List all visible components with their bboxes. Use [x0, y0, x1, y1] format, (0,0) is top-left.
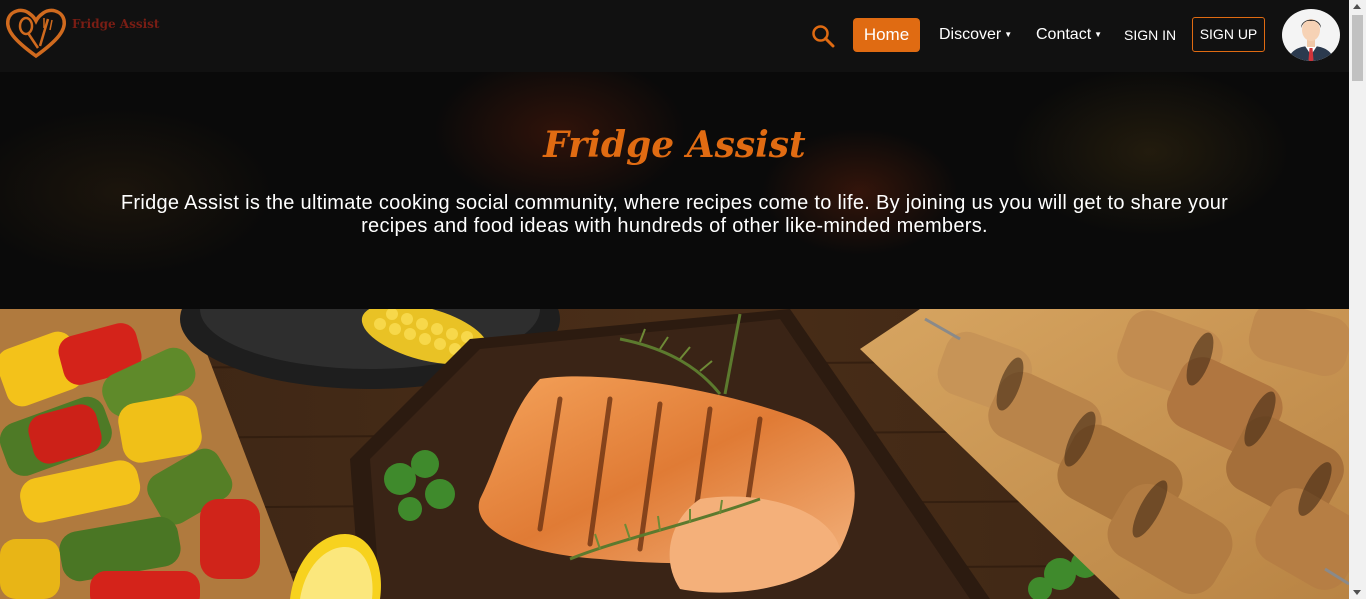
- scroll-up-arrow-icon[interactable]: [1353, 4, 1361, 9]
- food-banner-image: [0, 309, 1349, 599]
- nav-discover-dropdown[interactable]: Discover ▼: [939, 18, 1012, 52]
- caret-down-icon: ▼: [1004, 30, 1013, 39]
- heart-spoon-logo[interactable]: [4, 6, 68, 60]
- logo-text[interactable]: Fridge Assist: [72, 17, 159, 31]
- nav-discover-label: Discover: [939, 26, 1002, 44]
- user-avatar[interactable]: [1281, 8, 1341, 62]
- caret-down-icon: ▼: [1094, 30, 1103, 39]
- nav-contact-dropdown[interactable]: Contact ▼: [1036, 18, 1102, 52]
- sign-in-link[interactable]: SIGN IN: [1124, 18, 1176, 52]
- scroll-down-arrow-icon[interactable]: [1353, 590, 1361, 595]
- scroll-thumb[interactable]: [1352, 15, 1363, 81]
- hero-title: Fridge Assist: [543, 124, 806, 166]
- navbar: Fridge Assist Home Discover ▼ Contact ▼ SI…: [0, 0, 1349, 72]
- nav-contact-label: Contact: [1036, 26, 1092, 44]
- food-illustration: [0, 309, 1349, 599]
- search-icon[interactable]: [811, 24, 835, 48]
- page-scrollbar[interactable]: [1349, 0, 1366, 599]
- sign-up-button[interactable]: SIGN UP: [1192, 17, 1265, 52]
- hero-section: Fridge Assist Fridge Assist is the ultim…: [0, 72, 1349, 309]
- nav-home-button[interactable]: Home: [853, 18, 920, 52]
- hero-description: Fridge Assist is the ultimate cooking so…: [120, 192, 1229, 237]
